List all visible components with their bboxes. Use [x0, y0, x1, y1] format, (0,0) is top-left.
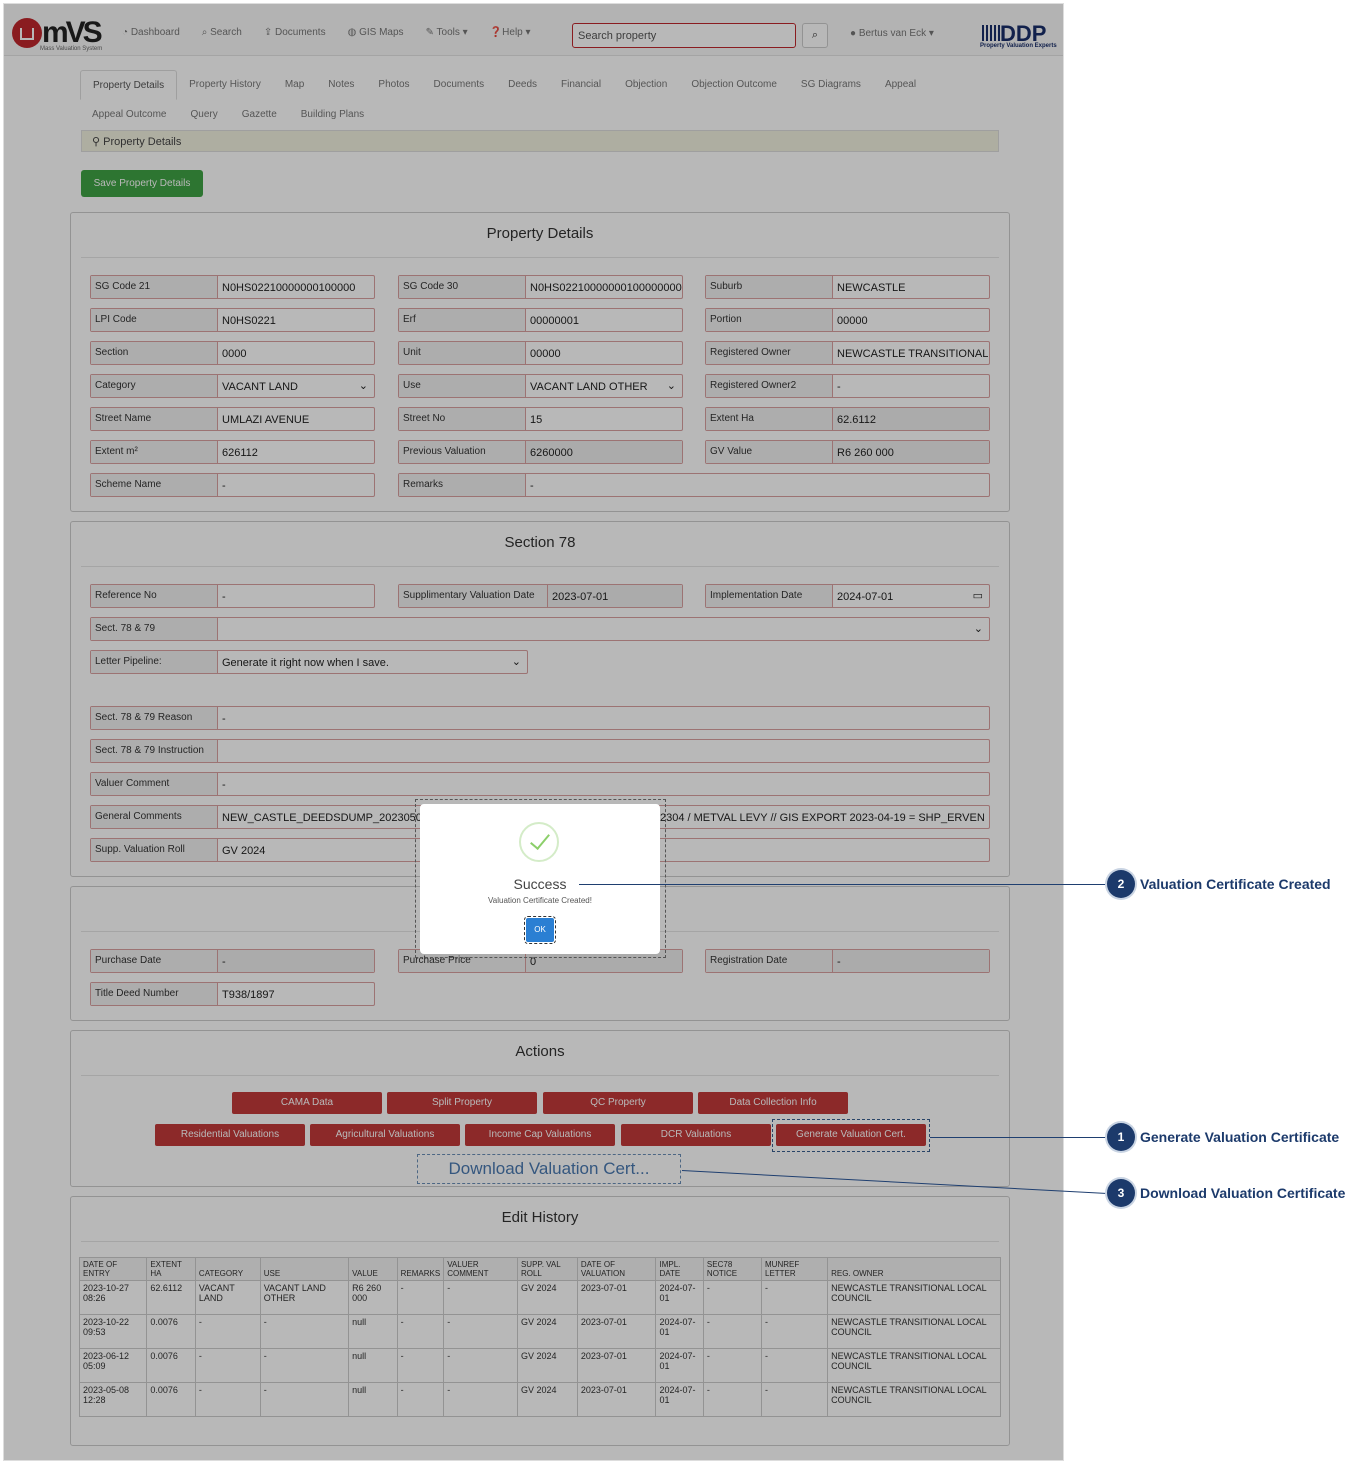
callout-line-2	[579, 884, 1107, 885]
modal-backdrop	[4, 4, 1063, 1460]
success-dialog: Success Valuation Certificate Created! O…	[420, 804, 660, 954]
callout-line-1	[930, 1137, 1107, 1138]
checkmark-icon	[519, 822, 559, 862]
callout-text-2: Valuation Certificate Created	[1140, 876, 1331, 892]
app-window: mVS Mass Valuation System ◔ Dashboard ⌕ …	[3, 3, 1064, 1461]
callout-text-1: Generate Valuation Certificate	[1140, 1129, 1340, 1145]
callout-badge-3: 3	[1107, 1179, 1135, 1207]
dialog-message: Valuation Certificate Created!	[488, 896, 592, 905]
callout-badge-2: 2	[1107, 870, 1135, 898]
ok-button[interactable]: OK	[524, 916, 556, 944]
callout-text-3: Download Valuation Certificate	[1140, 1185, 1346, 1201]
callout-badge-1: 1	[1107, 1123, 1135, 1151]
